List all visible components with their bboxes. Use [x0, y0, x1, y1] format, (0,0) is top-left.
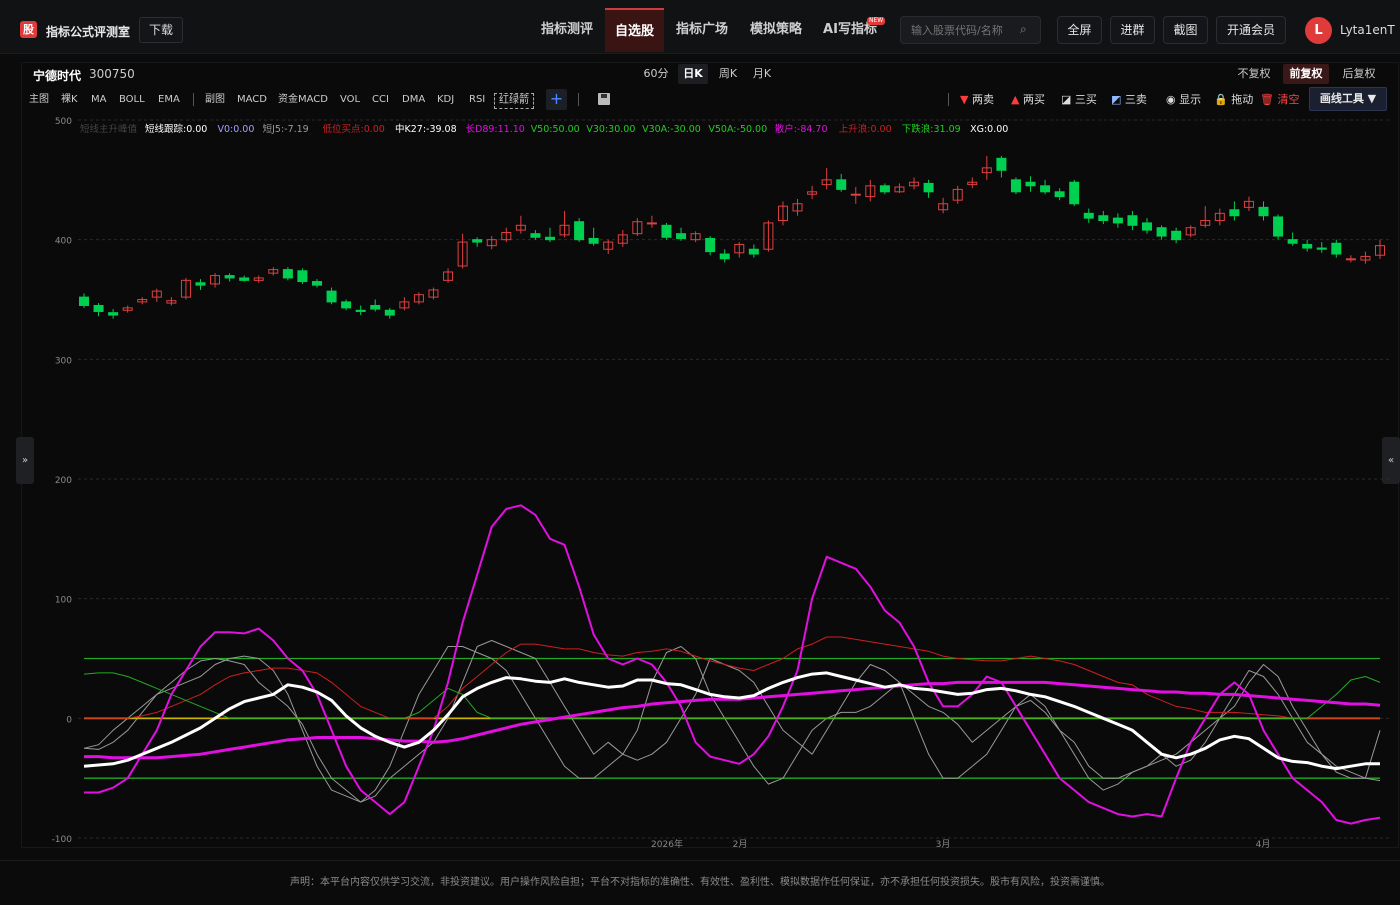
candle-body	[646, 222, 657, 225]
candle-body	[370, 304, 381, 310]
x-tick-label: 2月	[733, 839, 748, 850]
y-tick-label: 400	[55, 237, 72, 247]
candle-body	[384, 309, 395, 316]
legend-item: 散户:-84.70	[775, 123, 828, 135]
candle-body	[1331, 242, 1342, 255]
legend-item: 短J5:-7.19	[263, 123, 309, 135]
candle-body	[326, 290, 337, 303]
candle-body	[1258, 206, 1269, 217]
candle-body	[923, 182, 934, 193]
candle-body	[1345, 258, 1356, 261]
series-line	[84, 636, 1380, 719]
stock-chart[interactable]: 500 400 300 200 100 0 -100 2026年 2月 3月 4月 短线主升峰值 短线跟…	[0, 0, 1400, 860]
y-tick-label: 500	[55, 117, 72, 127]
series-line	[83, 671, 1380, 771]
legend-item: XG:0.00	[970, 124, 1008, 135]
candle-body	[1316, 247, 1327, 250]
candle-body	[996, 157, 1007, 171]
legend-item: V50:50.00	[531, 124, 580, 135]
x-tick-label: 3月	[936, 839, 951, 850]
series-line	[84, 504, 1381, 825]
y-tick-label: 300	[55, 356, 72, 366]
candle-body	[850, 193, 861, 196]
candle-body	[311, 281, 322, 286]
candle-body	[748, 248, 759, 255]
x-tick-label: 4月	[1256, 839, 1271, 850]
legend-item: 长D89:11.10	[466, 123, 525, 135]
candle-body	[472, 239, 483, 243]
candle-body	[544, 236, 555, 241]
candle-body	[297, 270, 308, 283]
candle-body	[282, 269, 293, 279]
candle-body	[239, 277, 250, 281]
legend-item: 低位买点:0.00	[323, 123, 385, 135]
legend-item: V0:0.00	[218, 124, 255, 135]
candle-body	[530, 233, 541, 238]
candle-body	[1098, 215, 1109, 222]
candle-body	[1156, 227, 1167, 237]
y-tick-label: -100	[52, 835, 73, 845]
candle-body	[574, 221, 585, 241]
legend-item: 上升浪:0.00	[839, 123, 892, 135]
candle-body	[1273, 216, 1284, 237]
candle-body	[1040, 185, 1051, 193]
candle-body	[1171, 230, 1182, 241]
candle-body	[108, 312, 119, 316]
candle-body	[79, 296, 89, 306]
candle-body	[1025, 181, 1036, 187]
candle-body	[1302, 243, 1313, 249]
candle-body	[1010, 179, 1021, 193]
footer-disclaimer: 声明：本平台内容仅供学习交流，非投资建议。用户操作风险自担；平台不对指标的准确性…	[0, 860, 1400, 900]
candle-body	[1083, 212, 1094, 219]
candle-body	[661, 224, 672, 238]
y-tick-label: 0	[66, 715, 72, 725]
candle-body	[836, 179, 847, 190]
legend-item: 下跌浪:31.09	[902, 123, 961, 135]
legend-item: 短线主升峰值	[80, 123, 138, 135]
candle-body	[341, 301, 352, 309]
candle-body	[588, 237, 599, 244]
candle-body	[719, 253, 730, 260]
candle-body	[224, 275, 235, 279]
y-tick-label: 200	[55, 476, 72, 486]
candle-body	[879, 185, 890, 193]
candle-body	[1069, 181, 1080, 205]
candle-body	[1229, 209, 1240, 217]
candle-body	[705, 237, 716, 253]
candle-body	[676, 233, 687, 239]
candle-body	[1112, 217, 1123, 224]
legend-item: 短线跟踪:0.00	[145, 123, 207, 135]
x-tick-label: 2026年	[651, 838, 683, 850]
candle-body	[1287, 239, 1298, 244]
candle-body	[93, 304, 104, 312]
legend-item: V30A:-30.00	[642, 124, 701, 135]
candle-body	[1142, 222, 1153, 231]
y-tick-label: 100	[55, 596, 72, 606]
candle-body	[1127, 215, 1138, 226]
legend-item: V30:30.00	[586, 124, 635, 135]
candle-body	[355, 309, 366, 312]
legend-item: 中K27:-39.08	[395, 123, 457, 135]
candle-body	[195, 282, 206, 286]
legend-item: V50A:-50.00	[708, 124, 767, 135]
candle-body	[1054, 191, 1065, 198]
